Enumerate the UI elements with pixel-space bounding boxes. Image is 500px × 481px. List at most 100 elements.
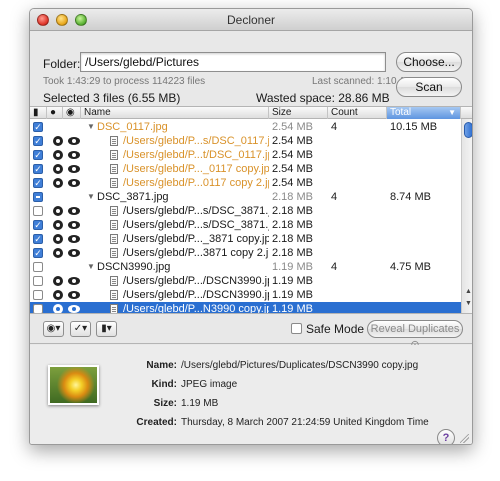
document-icon [110,276,118,286]
title-bar[interactable]: Decloner [30,9,472,31]
reveal-eye-icon[interactable] [68,151,80,159]
column-name[interactable]: Name [81,107,269,119]
table-row[interactable]: /Users/glebd/P...s/DSC_3871.jpg 2.18 MB [30,204,461,218]
disclosure-triangle-icon[interactable]: ▼ [87,190,95,204]
keep-dot-icon[interactable] [53,220,63,230]
name-cell: /Users/glebd/P.../DSCN3990.jpg [110,288,269,302]
folder-path-field[interactable] [80,52,386,72]
column-size[interactable]: Size [269,107,328,119]
reveal-duplicates-button[interactable]: Reveal Duplicates ⊙ [367,320,463,351]
disclosure-triangle-icon[interactable]: ▼ [87,120,95,134]
group-name: DSC_0117.jpg [97,121,168,133]
name-cell: /Users/glebd/P.../DSCN3990.jpg [110,274,269,288]
table-row[interactable]: ✓ /Users/glebd/P...s/DSC_0117.jpg 2.54 MB [30,134,461,148]
size-cell: 1.19 MB [272,275,313,287]
count-cell: 4 [331,191,338,203]
table-row[interactable]: ✓ /Users/glebd/P...3871 copy 2.jpg 2.18 MB [30,246,461,260]
name-cell: /Users/glebd/P...s/DSC_3871.jpg [110,218,269,232]
file-path: /Users/glebd/P.../DSCN3990.jpg [123,275,269,287]
row-checkbox[interactable]: ✓ [33,122,43,132]
table-row[interactable]: /Users/glebd/P.../DSCN3990.jpg 1.19 MB [30,288,461,302]
group-name: DSCN3990.jpg [97,261,171,273]
reveal-eye-icon[interactable] [68,165,80,173]
column-total[interactable]: Total ▼ [387,107,461,119]
row-checkbox[interactable]: ✓ [33,178,43,188]
reveal-eye-icon[interactable] [68,137,80,145]
column-reveal[interactable]: ◉ [63,107,81,119]
wasted-space-summary: Wasted space: 28.86 MB [256,91,390,105]
row-checkbox[interactable]: ✓ [33,150,43,160]
safe-mode-checkbox[interactable] [291,323,302,334]
reveal-eye-icon[interactable] [68,249,80,257]
size-cell: 2.54 MB [272,177,313,189]
row-checkbox[interactable]: ✓ [33,234,43,244]
table-row[interactable]: ✓ /Users/glebd/P..._0117 copy.jpg 2.54 MB [30,162,461,176]
group-row[interactable]: ✓ ▼ DSC_0117.jpg 2.54 MB 4 10.15 MB [30,120,461,134]
name-cell: /Users/glebd/P...s/DSC_3871.jpg [110,204,269,218]
document-icon [110,290,118,300]
row-checkbox[interactable] [33,192,43,202]
reveal-eye-icon[interactable] [68,221,80,229]
table-row[interactable]: /Users/glebd/P.../DSCN3990.jpg 1.19 MB [30,274,461,288]
row-checkbox[interactable]: ✓ [33,136,43,146]
reveal-eye-icon[interactable] [68,277,80,285]
check-select-button[interactable]: ✓▾ [70,321,91,337]
vertical-scrollbar[interactable]: ▲ ▼ [461,119,472,313]
group-name: DSC_3871.jpg [97,191,169,203]
keep-dot-icon[interactable] [53,248,63,258]
reveal-eye-icon[interactable] [68,291,80,299]
row-checkbox[interactable]: ✓ [33,248,43,258]
column-trash[interactable]: ▮ [30,107,47,119]
scroll-up-arrow-icon[interactable]: ▲ [464,287,472,296]
choose-button[interactable]: Choose... [396,52,462,72]
keep-dot-icon[interactable] [53,150,63,160]
resize-grip-icon[interactable] [460,434,469,443]
reveal-eye-icon[interactable] [68,305,80,313]
reveal-eye-icon[interactable] [68,179,80,187]
info-name-value: /Users/glebd/Pictures/Duplicates/DSCN399… [181,360,419,371]
keep-dot-icon[interactable] [53,164,63,174]
keep-dot-icon[interactable] [53,304,63,313]
group-row[interactable]: ▼ DSCN3990.jpg 1.19 MB 4 4.75 MB [30,260,461,274]
document-icon [110,234,118,244]
safe-mode-label: Safe Mode [306,322,365,336]
keep-dot-icon[interactable] [53,136,63,146]
document-icon [110,206,118,216]
help-button[interactable]: ? [437,429,455,444]
scroll-thumb[interactable] [464,122,472,138]
size-cell: 2.54 MB [272,149,313,161]
table-row[interactable]: ✓ /Users/glebd/P...s/DSC_3871.jpg 2.18 MB [30,218,461,232]
reveal-eye-icon[interactable] [68,235,80,243]
keep-dot-icon[interactable] [53,290,63,300]
trash-select-button[interactable]: ▮▾ [96,321,117,337]
row-checkbox[interactable] [33,262,43,272]
keep-dot-icon[interactable] [53,276,63,286]
file-path: /Users/glebd/P..._0117 copy.jpg [123,163,269,175]
size-cell: 2.54 MB [272,121,313,133]
count-cell: 4 [331,121,338,133]
row-checkbox[interactable] [33,206,43,216]
row-checkbox[interactable]: ✓ [33,220,43,230]
table-row[interactable]: ✓ /Users/glebd/P...t/DSC_0117.jpg 2.54 MB [30,148,461,162]
row-checkbox[interactable] [33,290,43,300]
keep-dot-icon[interactable] [53,178,63,188]
column-count[interactable]: Count [328,107,387,119]
table-row[interactable]: ✓ /Users/glebd/P...0117 copy 2.jpg 2.54 MB [30,176,461,190]
duplicates-table[interactable]: ▮ ● ◉ Name Size Count Total ▼ ✓ ▼ DSC_0117.… [30,106,472,314]
reveal-eye-icon[interactable] [68,207,80,215]
scan-button[interactable]: Scan [396,77,462,97]
group-row[interactable]: ▼ DSC_3871.jpg 2.18 MB 4 8.74 MB [30,190,461,204]
disclosure-triangle-icon[interactable]: ▼ [87,260,95,274]
scroll-down-arrow-icon[interactable]: ▼ [464,299,472,308]
row-checkbox[interactable]: ✓ [33,164,43,174]
table-row[interactable]: /Users/glebd/P...N3990 copy.jpg 1.19 MB [30,302,461,314]
keep-dot-icon[interactable] [53,234,63,244]
info-size-value: 1.19 MB [181,398,219,409]
row-checkbox[interactable] [33,276,43,286]
row-checkbox[interactable] [33,304,43,313]
column-keep[interactable]: ● [47,107,63,119]
size-cell: 1.19 MB [272,303,313,314]
reveal-select-button[interactable]: ◉▾ [43,321,64,337]
keep-dot-icon[interactable] [53,206,63,216]
table-row[interactable]: ✓ /Users/glebd/P..._3871 copy.jpg 2.18 MB [30,232,461,246]
